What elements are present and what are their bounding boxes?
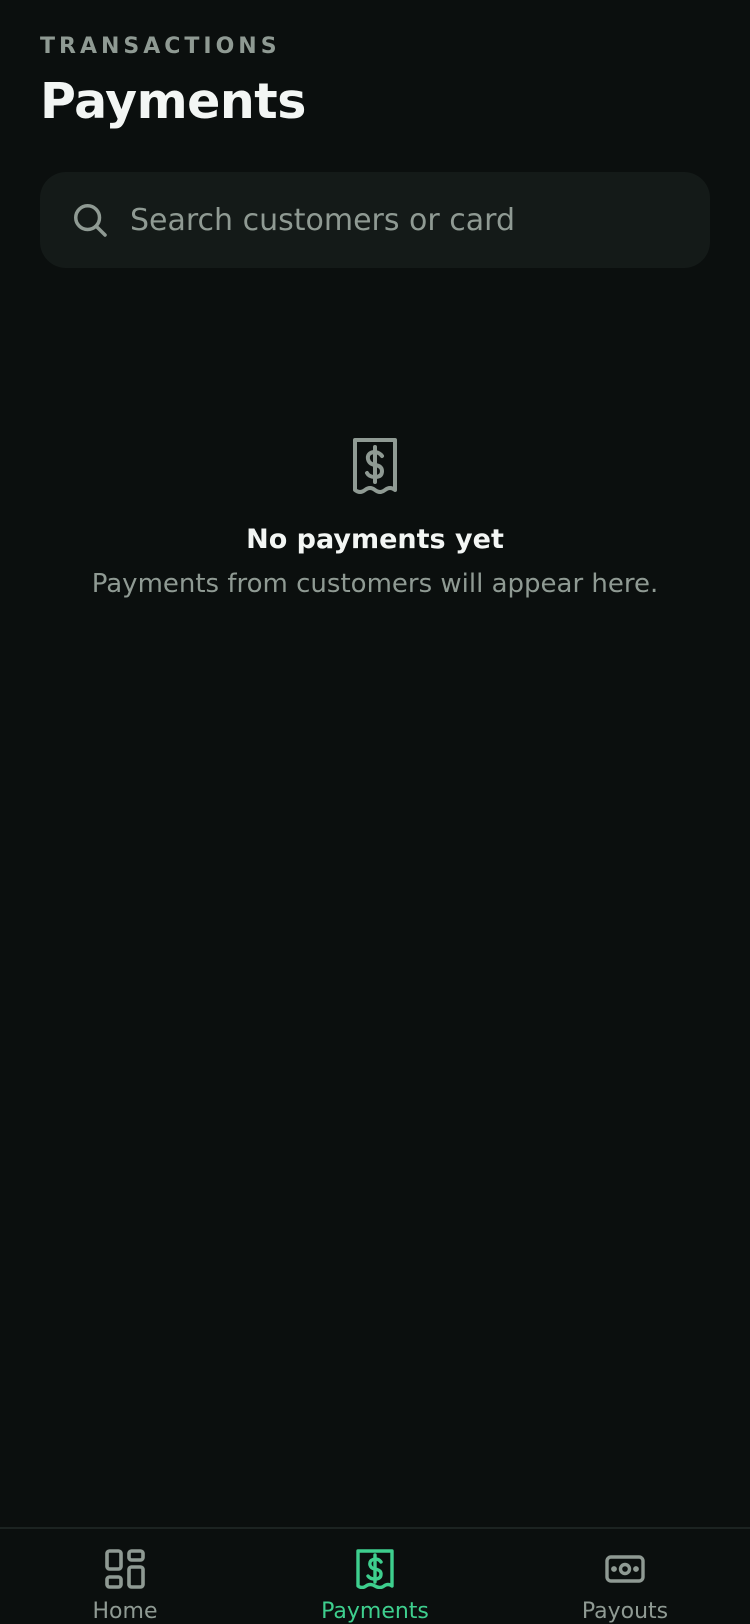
- grid-icon: [105, 1549, 145, 1589]
- empty-state-subtitle: Payments from customers will appear here…: [91, 569, 659, 599]
- search-bar[interactable]: [40, 172, 710, 268]
- tab-payouts[interactable]: Payouts: [500, 1529, 750, 1624]
- receipt-dollar-icon: [356, 1549, 394, 1589]
- search-input[interactable]: [130, 172, 690, 268]
- search-icon: [74, 204, 107, 237]
- tab-home[interactable]: Home: [0, 1529, 250, 1624]
- banknote-icon: [605, 1555, 645, 1583]
- receipt-dollar-icon: [353, 438, 397, 494]
- tab-home-label: Home: [92, 1599, 158, 1624]
- bottom-tab-bar: Home Payments Payouts: [0, 1527, 750, 1624]
- empty-state-title: No payments yet: [246, 524, 504, 555]
- payments-screen: TRANSACTIONS Payments No payments yet Pa…: [0, 0, 750, 1624]
- section-eyebrow: TRANSACTIONS: [40, 34, 281, 59]
- page-title: Payments: [40, 73, 306, 130]
- empty-state: No payments yet Payments from customers …: [0, 436, 750, 602]
- tab-payments-label: Payments: [321, 1599, 429, 1624]
- tab-payouts-label: Payouts: [581, 1599, 669, 1624]
- tab-payments[interactable]: Payments: [250, 1529, 500, 1624]
